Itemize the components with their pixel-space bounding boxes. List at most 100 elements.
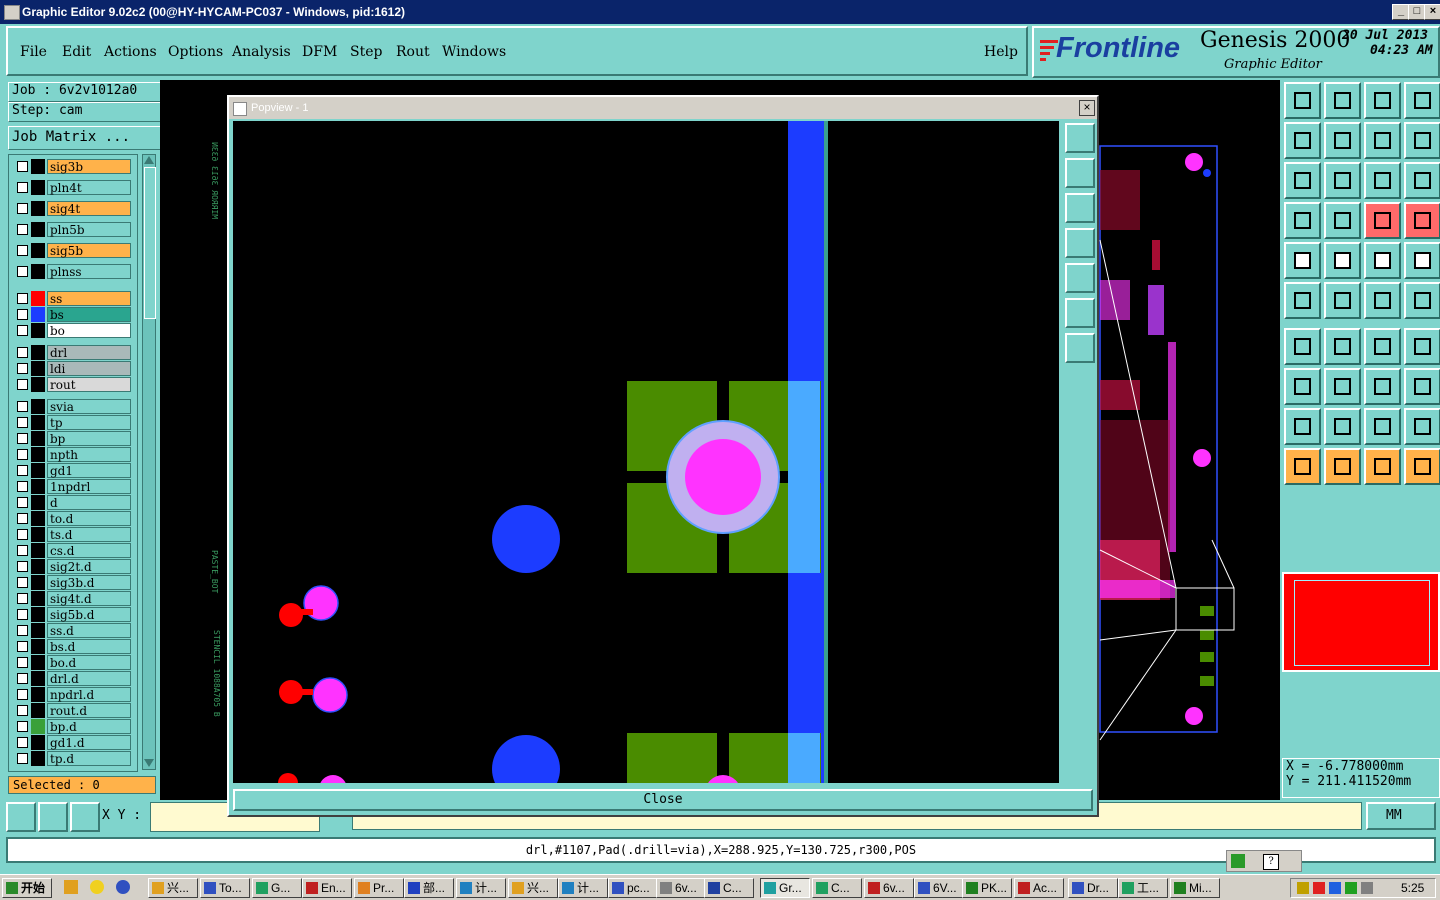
layer-color-swatch[interactable] [31,361,45,376]
taskbar-button[interactable]: 兴... [148,878,198,898]
layer-row-bp-d[interactable]: bp.d [13,719,133,734]
circle-icon[interactable] [1404,242,1440,279]
layer-name[interactable]: gd1.d [47,735,131,750]
scroll-up-arrow-icon[interactable] [144,156,154,164]
layer-checkbox[interactable] [17,401,28,412]
start-button[interactable]: 开始 [2,878,52,898]
layer-row-gd1[interactable]: gd1 [13,463,133,478]
pan-right-icon[interactable] [1324,122,1361,159]
popview-pan-left-icon[interactable] [1065,228,1095,258]
feature-icon[interactable] [1284,368,1321,405]
layer-name[interactable]: pln5b [47,222,131,237]
layer-checkbox[interactable] [17,577,28,588]
taskbar-button[interactable]: C... [704,878,754,898]
grid-icon[interactable] [70,802,100,832]
measure-icon[interactable] [38,802,68,832]
popview-canvas[interactable] [233,121,1059,783]
layer-color-swatch[interactable] [31,543,45,558]
taskbar-button[interactable]: Gr... [760,878,810,898]
help-icon[interactable]: ? [1263,854,1279,870]
menu-edit[interactable]: Edit [62,44,91,60]
layer-name[interactable]: cs.d [47,543,131,558]
scroll-down-arrow-icon[interactable] [144,759,154,767]
layer-name[interactable]: plnss [47,264,131,279]
layer-name[interactable]: sig5b [47,243,131,258]
layer-name[interactable]: sig4t [47,201,131,216]
layer-name[interactable]: rout.d [47,703,131,718]
layer-row-sig5b-d[interactable]: sig5b.d [13,607,133,622]
layer-row-plnss[interactable]: plnss [13,264,133,279]
taskbar-button[interactable]: 部... [404,878,454,898]
select-box-icon[interactable] [1324,448,1361,485]
layer-row-sig5b[interactable]: sig5b [13,243,133,258]
layer-name[interactable]: bs.d [47,639,131,654]
layer-color-swatch[interactable] [31,463,45,478]
taskbar-button[interactable]: 计... [558,878,608,898]
layer-name[interactable]: drl [47,345,131,360]
layer-color-swatch[interactable] [31,735,45,750]
popview-close-button[interactable]: Close [233,789,1093,811]
copy-icon[interactable] [1404,282,1440,319]
menu-step[interactable]: Step [350,44,382,60]
layer-checkbox[interactable] [17,721,28,732]
tray-icon[interactable] [1345,882,1357,894]
layer-row-to-d[interactable]: to.d [13,511,133,526]
layer-row-sig2t-d[interactable]: sig2t.d [13,559,133,574]
tray-icon[interactable] [1297,882,1309,894]
layer-color-swatch[interactable] [31,431,45,446]
taskbar-button[interactable]: 6v... [656,878,706,898]
home-view-icon[interactable] [1364,82,1401,119]
menu-actions[interactable]: Actions [104,44,157,60]
layer-name[interactable]: sig2t.d [47,559,131,574]
layer-color-swatch[interactable] [31,479,45,494]
layer-checkbox[interactable] [17,465,28,476]
quicklaunch-icon[interactable] [116,880,130,894]
layer-row-bs-d[interactable]: bs.d [13,639,133,654]
layer-name[interactable]: sig5b.d [47,607,131,622]
layer-checkbox[interactable] [17,309,28,320]
triangle-tool-icon[interactable] [1284,408,1321,445]
align-icon[interactable] [1364,368,1401,405]
layer-name[interactable]: to.d [47,511,131,526]
menu-file[interactable]: File [20,44,47,60]
layer-checkbox[interactable] [17,657,28,668]
layer-checkbox[interactable] [17,203,28,214]
anchor-tool-icon[interactable] [1364,408,1401,445]
zoom-center-icon[interactable] [1324,162,1361,199]
layer-checkbox[interactable] [17,625,28,636]
taskbar-button[interactable]: Dr... [1068,878,1118,898]
layer-color-swatch[interactable] [31,264,45,279]
tray-icon[interactable] [1313,882,1325,894]
layer-row-cs-d[interactable]: cs.d [13,543,133,558]
tray-icon[interactable] [1329,882,1341,894]
select-net-icon[interactable] [1364,448,1401,485]
pan-left-icon[interactable] [1284,122,1321,159]
job-matrix-button[interactable]: Job Matrix ... [8,126,161,150]
layer-row-tp-d[interactable]: tp.d [13,751,133,766]
layer-row-bp[interactable]: bp [13,431,133,446]
layer-row-ss-d[interactable]: ss.d [13,623,133,638]
layer-checkbox[interactable] [17,224,28,235]
settings-icon[interactable] [1284,202,1321,239]
layer-row-ss[interactable]: ss [13,291,133,306]
layer-checkbox[interactable] [17,433,28,444]
layer-checkbox[interactable] [17,593,28,604]
snap-icon[interactable] [6,802,36,832]
layer-name[interactable]: ss.d [47,623,131,638]
layer-row-d[interactable]: d [13,495,133,510]
layer-row-svia[interactable]: svia [13,399,133,414]
layer-checkbox[interactable] [17,266,28,277]
overview-panel[interactable] [1282,572,1440,672]
text-tool-icon[interactable] [1324,408,1361,445]
layer-name[interactable]: bs [47,307,131,322]
layer-checkbox[interactable] [17,705,28,716]
taskbar-button[interactable]: 工... [1118,878,1168,898]
zoom-fit-icon[interactable] [1284,162,1321,199]
layer-checkbox[interactable] [17,545,28,556]
layer-color-swatch[interactable] [31,687,45,702]
taskbar-button[interactable]: Pr... [354,878,404,898]
layer-scrollbar[interactable] [142,154,156,770]
layer-color-swatch[interactable] [31,345,45,360]
layer-row-rout-d[interactable]: rout.d [13,703,133,718]
shape-icon[interactable] [1404,368,1440,405]
